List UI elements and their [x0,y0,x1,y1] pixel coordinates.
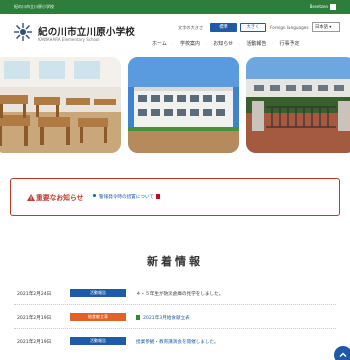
nav-item-activity-report[interactable]: 活動報告 [246,40,266,47]
nav-item-school-guide[interactable]: 学校案内 [180,40,200,47]
nav-item-home[interactable]: ホーム [152,40,167,47]
font-size-label: 文字の大きさ [178,25,204,30]
news-title-link[interactable]: 2021年3月給食献立表 [136,315,190,321]
important-notice-link[interactable]: 警報発令時の措置について [93,194,160,200]
top-bar-square-icon [330,4,336,10]
top-bar-right[interactable]: Besetzen [310,2,336,12]
top-bar-school-name: 紀の川市立川原小学校 [14,4,54,9]
news-divider [14,328,336,329]
news-title-link[interactable]: ４・５年生が防災倉庫の見学をしました。 [136,291,223,297]
language-selected-value: 日本語 [315,25,328,30]
foreign-languages-label: Foreign languages [270,25,309,30]
excel-icon [136,315,140,320]
school-building-photo [128,57,239,153]
nav-separator: · [171,41,174,47]
site-subtitle: KAWAHARA Elementary School [38,37,100,42]
font-size-large-button[interactable]: 大きく [240,23,266,32]
nav-item-news[interactable]: お知らせ [213,40,233,47]
important-notice-link-text: 警報発令時の措置について [99,195,154,200]
news-category-badge[interactable]: 活動報告 [70,289,126,297]
news-category-badge[interactable]: 活動報告 [70,337,126,345]
important-notice-box: 重要なお知らせ 警報発令時の措置について [10,178,340,216]
news-date: 2021年2月24日 [17,292,52,297]
news-date: 2021年2月19日 [17,340,52,345]
bullet-icon [93,194,96,197]
hero-slider[interactable] [0,57,350,153]
nav-separator: · [271,41,273,47]
news-date: 2021年2月19日 [17,316,52,321]
font-size-standard-button[interactable]: 標準 [210,23,237,32]
back-to-top-button[interactable] [334,346,350,360]
school-emblem-icon[interactable] [13,22,33,42]
news-item: 2021年2月24日 活動報告 ４・５年生が防災倉庫の見学をしました。 [0,287,350,301]
pdf-icon [156,194,160,199]
news-heading: 新着情報 [147,255,203,268]
chevron-up-icon [339,352,347,357]
language-select[interactable]: 日本語 ▾ [312,22,340,32]
classroom-photo [0,57,121,153]
warning-icon [27,194,35,201]
top-bar-right-label: Besetzen [309,4,328,9]
news-title-text: 2021年3月給食献立表 [143,316,190,321]
nav-separator: · [238,41,240,47]
news-item: 2021年2月19日 給食献立表 2021年3月給食献立表 [0,311,350,325]
news-title-link[interactable]: 授業参観・教育講演会を開催しました。 [136,339,219,345]
top-bar: 紀の川市立川原小学校 Besetzen [0,0,350,14]
news-divider [14,304,336,305]
nav-separator: · [205,41,207,47]
school-gate-photo [246,57,350,153]
important-notice-title-text: 重要なお知らせ [36,194,84,202]
nav-item-schedule[interactable]: 行事予定 [280,40,300,47]
news-item: 2021年2月19日 活動報告 授業参観・教育講演会を開催しました。 [0,335,350,349]
news-category-badge[interactable]: 給食献立表 [70,313,126,321]
important-notice-title: 重要なお知らせ [27,192,83,202]
global-nav: ホーム · 学校案内 · お知らせ · 活動報告 · 行事予定 [152,40,305,47]
site-title[interactable]: 紀の川市立川原小学校 [38,24,135,38]
